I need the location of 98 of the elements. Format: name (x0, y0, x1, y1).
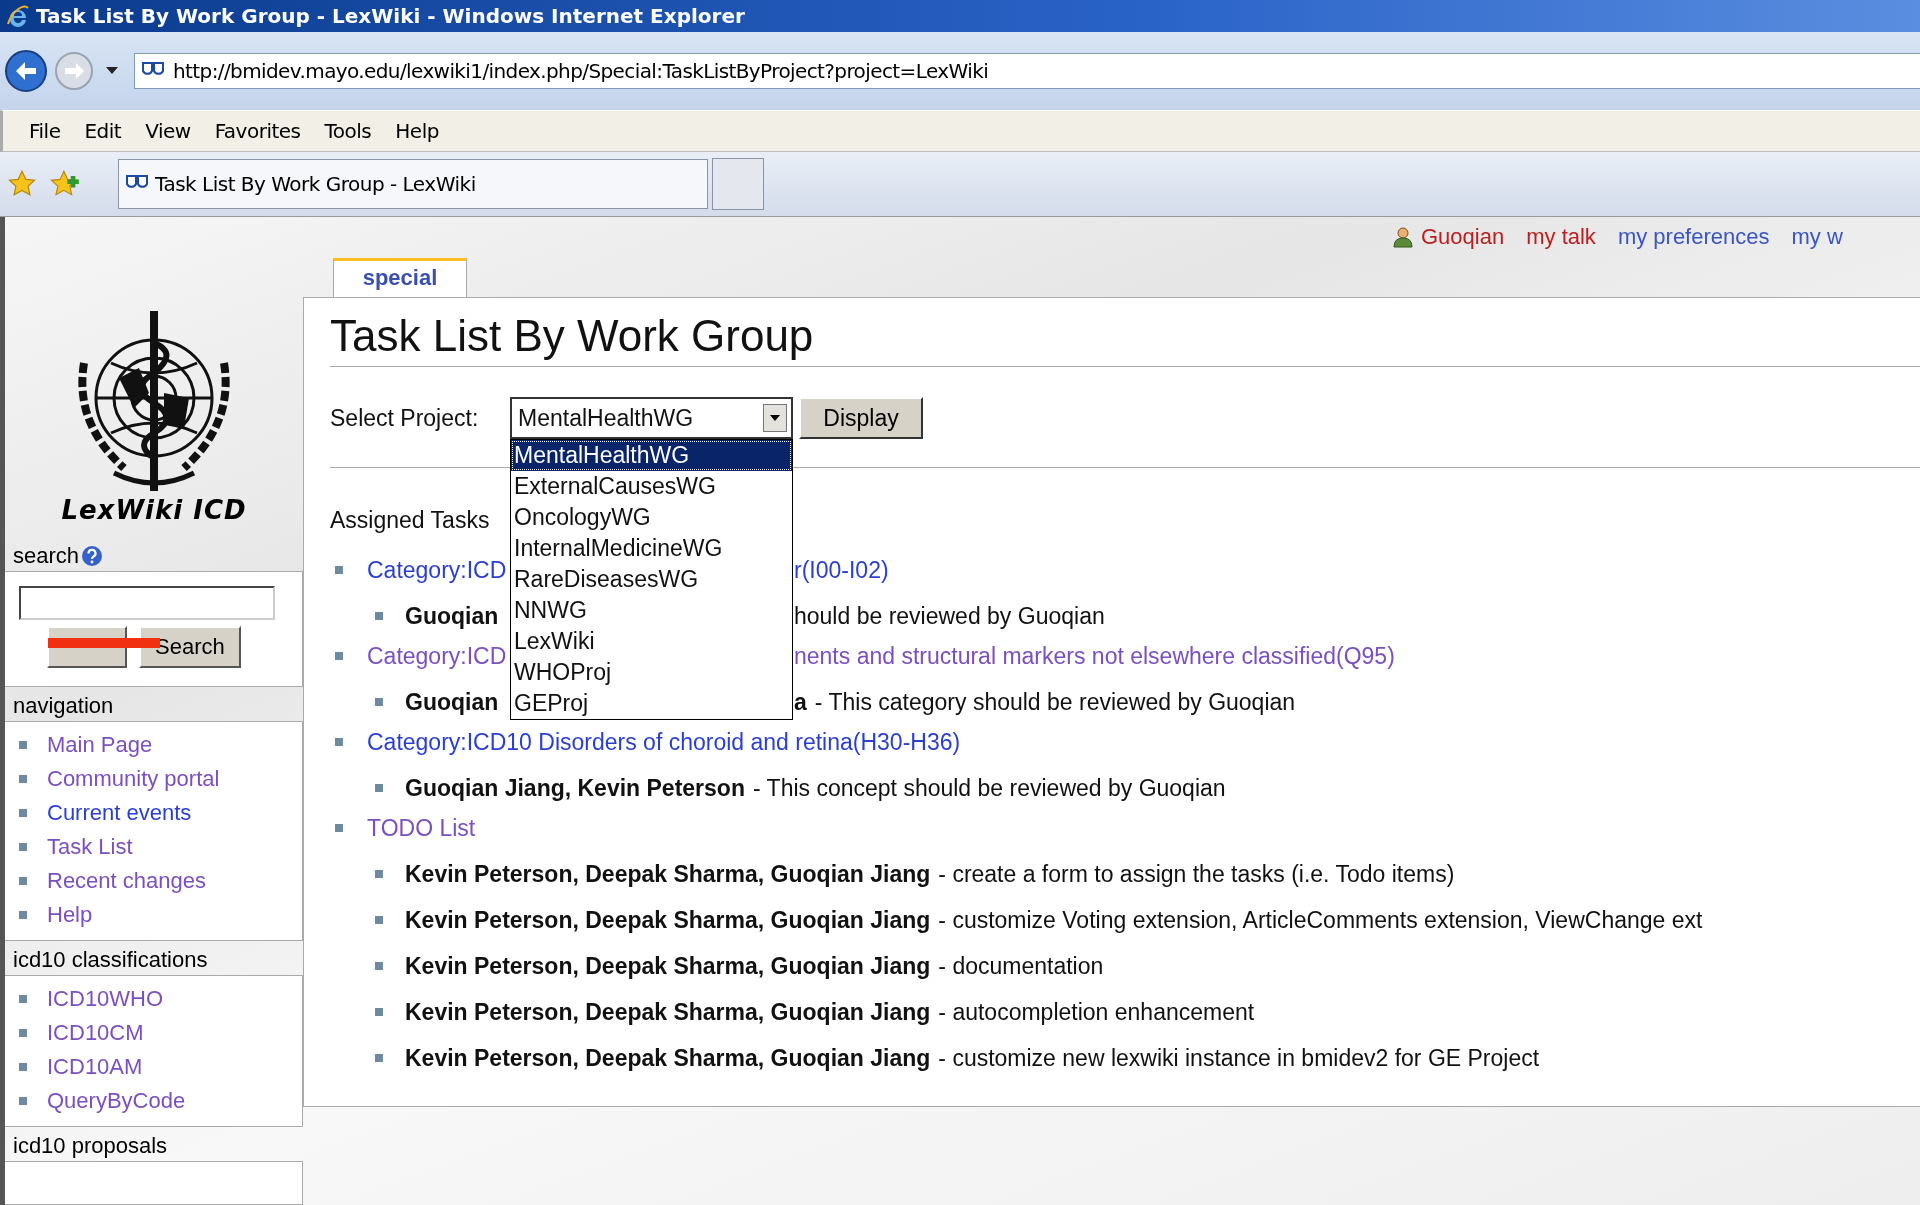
bullet-icon (19, 809, 27, 817)
bullet-icon (375, 698, 383, 706)
assignee-names: Kevin Peterson, Deepak Sharma, Guoqian Jiang (405, 998, 931, 1026)
task-description: - This category should be reviewed by Guoqian (814, 688, 1296, 716)
bullet-icon (375, 784, 383, 792)
user-link[interactable]: Guoqian (1421, 224, 1505, 250)
project-dropdown[interactable]: MentalHealthWG (510, 397, 793, 439)
bullet-icon (335, 652, 343, 660)
assignee-names: Kevin Peterson, Deepak Sharma, Guoqian Jiang (405, 1044, 931, 1072)
dropdown-option[interactable]: MentalHealthWG (511, 440, 792, 471)
task-description: - documentation (938, 952, 1104, 980)
bullet-icon (19, 741, 27, 749)
dropdown-option[interactable]: OncologyWG (511, 502, 792, 533)
logo-text: LexWiki ICD (61, 495, 247, 525)
browser-tab[interactable]: Task List By Work Group - LexWiki (118, 159, 708, 209)
assignee-names: Guoqian (405, 602, 499, 629)
address-field[interactable]: http://bmidev.mayo.edu/lexwiki1/index.php/Special:TaskListByProject?project=LexWiki (134, 53, 1920, 89)
display-button[interactable]: Display (799, 397, 923, 439)
bullet-icon (375, 916, 383, 924)
bullet-icon (19, 843, 27, 851)
menu-item[interactable]: Help (383, 115, 451, 147)
task-description: - create a form to assign the tasks (i.e. Todo items) (938, 860, 1455, 888)
category-link[interactable]: nents and structural markers not elsewhere classified(Q95) (794, 642, 1395, 670)
bullet-icon (375, 1008, 383, 1016)
personal-link[interactable]: my w (1791, 224, 1843, 250)
category-link[interactable]: r(I00-I02) (794, 556, 889, 584)
back-button[interactable] (4, 49, 48, 93)
task-description: - autocompletion enhancement (938, 998, 1255, 1026)
dropdown-option[interactable]: WHOProj (511, 657, 792, 688)
dropdown-option[interactable]: RareDiseasesWG (511, 564, 792, 595)
portlet-heading: navigation (13, 693, 114, 719)
bullet-icon (375, 612, 383, 620)
assignee-names: Guoqian Jiang, Kevin Peterson (405, 774, 745, 802)
star-icon[interactable] (8, 170, 36, 198)
window-title: Task List By Work Group - LexWiki - Windows Internet Explorer (36, 4, 745, 28)
sidebar-link[interactable]: Recent changes (47, 868, 206, 894)
sidebar-link[interactable]: Task List (47, 834, 133, 860)
sidebar-link[interactable]: Main Page (47, 732, 153, 758)
dropdown-option[interactable]: InternalMedicineWG (511, 533, 792, 564)
search-button[interactable]: Search (139, 626, 241, 668)
field-label: Select Project: (330, 404, 480, 432)
bullet-icon (335, 566, 343, 574)
dropdown-option[interactable]: ExternalCausesWG (511, 471, 792, 502)
browser-logo-icon (6, 4, 30, 28)
bullet-icon (19, 1029, 27, 1037)
personal-link[interactable]: my talk (1526, 224, 1596, 250)
bullet-icon (19, 911, 27, 919)
task-description: - customize Voting extension, ArticleComments extension, ViewChange ext (938, 906, 1703, 934)
dropdown-option[interactable]: GEProj (511, 688, 792, 719)
help-icon[interactable] (81, 545, 104, 567)
user-icon (1393, 226, 1413, 248)
portlet-heading: icd10 classifications (13, 947, 208, 973)
personal-link[interactable]: my preferences (1617, 224, 1770, 250)
assignee-names: Kevin Peterson, Deepak Sharma, Guoqian Jiang (405, 906, 931, 934)
portlet-heading: search (13, 543, 80, 569)
bullet-icon (335, 738, 343, 746)
portlet-heading: icd10 proposals (13, 1133, 168, 1159)
category-link[interactable]: TODO List (367, 814, 476, 842)
bullet-icon (19, 1097, 27, 1105)
caret-icon[interactable] (106, 67, 118, 75)
dropdown-option[interactable]: NNWG (511, 595, 792, 626)
sidebar-link[interactable]: ICD10WHO (47, 986, 164, 1012)
menu-item[interactable]: Edit (72, 115, 134, 147)
sidebar-link[interactable]: QueryByCode (47, 1088, 186, 1114)
task-description: - This concept should be reviewed by Guoqian (752, 774, 1226, 802)
page-heading: Task List By Work Group (330, 310, 1920, 367)
menu-item[interactable]: Tools (312, 115, 384, 147)
bullet-icon (19, 877, 27, 885)
forward-button[interactable] (54, 51, 94, 91)
section-label: Assigned Tasks (330, 506, 490, 535)
task-description: hould be reviewed by Guoqian (794, 602, 1105, 630)
assignee-names: a (794, 688, 807, 716)
assignee-names: Kevin Peterson, Deepak Sharma, Guoqian Jiang (405, 952, 931, 980)
bullet-icon (335, 824, 343, 832)
page-tab[interactable]: special (333, 258, 467, 298)
category-link[interactable]: Category:ICD (367, 556, 507, 583)
sidebar-link[interactable]: Community portal (47, 766, 220, 792)
star-plus-icon[interactable] (50, 170, 80, 198)
bullet-icon (375, 1054, 383, 1062)
task-description: - customize new lexwiki instance in bmidev2 for GE Project (938, 1044, 1540, 1072)
bullet-icon (375, 870, 383, 878)
assignee-names: Guoqian (405, 688, 499, 715)
sidebar-link[interactable]: Help (47, 902, 93, 928)
sidebar-link[interactable]: ICD10AM (47, 1054, 143, 1080)
menu-item[interactable]: Favorites (202, 115, 313, 147)
sidebar-link[interactable]: ICD10CM (47, 1020, 144, 1046)
bullet-icon (19, 995, 27, 1003)
bullet-icon (19, 1063, 27, 1071)
bullet-icon (375, 962, 383, 970)
category-link[interactable]: Category:ICD (367, 642, 507, 669)
assignee-names: Kevin Peterson, Deepak Sharma, Guoqian Jiang (405, 860, 931, 888)
menu-item[interactable]: File (17, 115, 73, 147)
sidebar-link[interactable]: Current events (47, 800, 192, 826)
menu-item[interactable]: View (133, 115, 203, 147)
dropdown-option[interactable]: LexWiki (511, 626, 792, 657)
search-field[interactable] (19, 586, 275, 620)
category-link[interactable]: Category:ICD10 Disorders of choroid and retina(H30-H36) (367, 728, 961, 756)
bullet-icon (19, 775, 27, 783)
